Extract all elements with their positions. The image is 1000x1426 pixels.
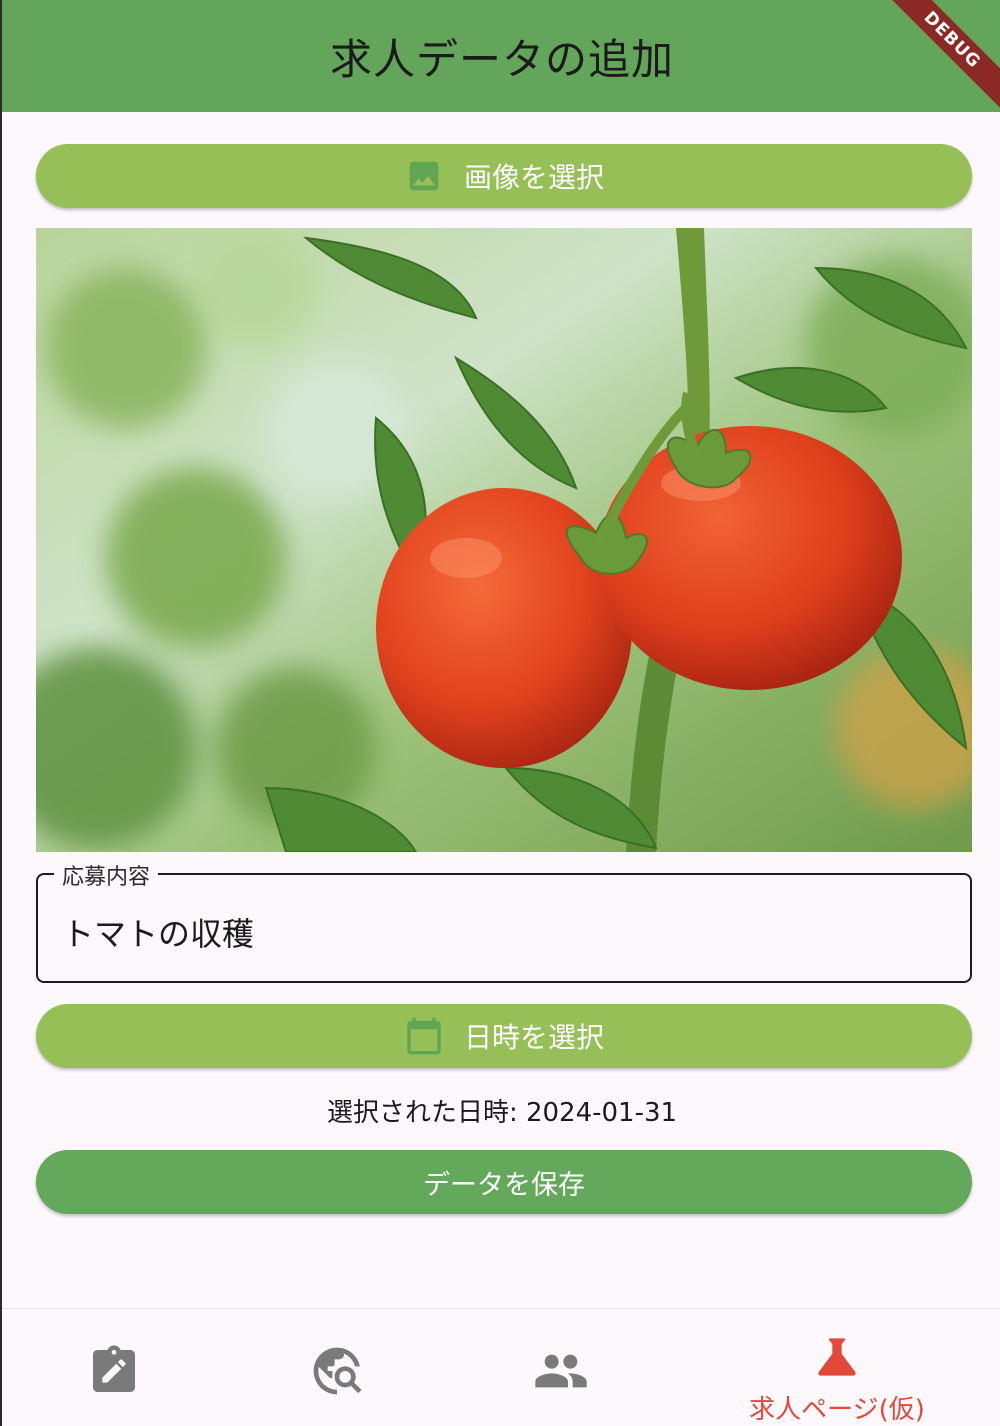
people-icon — [531, 1343, 587, 1399]
application-content-label: 応募内容 — [54, 859, 159, 891]
assignment-edit-icon — [86, 1343, 142, 1399]
image-icon — [404, 156, 444, 196]
travel-explore-icon — [309, 1343, 365, 1399]
selected-date-text: 選択された日時: 2024-01-31 — [326, 1098, 678, 1128]
calendar-icon — [404, 1016, 444, 1056]
application-content-field[interactable]: 応募内容 トマトの収穫 — [36, 859, 972, 983]
select-date-label: 日時を選択 — [463, 1021, 604, 1054]
select-image-label: 画像を選択 — [463, 161, 604, 194]
nav-item-assignment[interactable] — [4, 1309, 224, 1426]
save-data-label: データを保存 — [423, 1169, 585, 1201]
save-data-button[interactable]: データを保存 — [36, 1150, 972, 1214]
select-date-button[interactable]: 日時を選択 — [36, 1004, 972, 1068]
app-screen: 求人データの追加 DEBUG 画像を選択 応募内容 トマトの収穫 日時を選択 選… — [0, 0, 1000, 1426]
select-image-button[interactable]: 画像を選択 — [36, 144, 972, 208]
app-bar: 求人データの追加 DEBUG — [2, 0, 1000, 121]
nav-item-job-page-label: 求人ページ(仮) — [749, 1395, 925, 1425]
application-content-value[interactable]: トマトの収穫 — [62, 909, 254, 955]
nav-item-explore[interactable] — [227, 1309, 447, 1426]
debug-banner: DEBUG — [871, 0, 1000, 121]
flask-icon — [809, 1329, 865, 1385]
nav-item-people[interactable] — [449, 1309, 669, 1426]
bottom-navigation: 求人ページ(仮) — [2, 1308, 1000, 1426]
nav-item-job-page[interactable]: 求人ページ(仮) — [727, 1309, 947, 1426]
tomato-photo — [36, 228, 972, 852]
page-title: 求人データの追加 — [329, 34, 674, 84]
